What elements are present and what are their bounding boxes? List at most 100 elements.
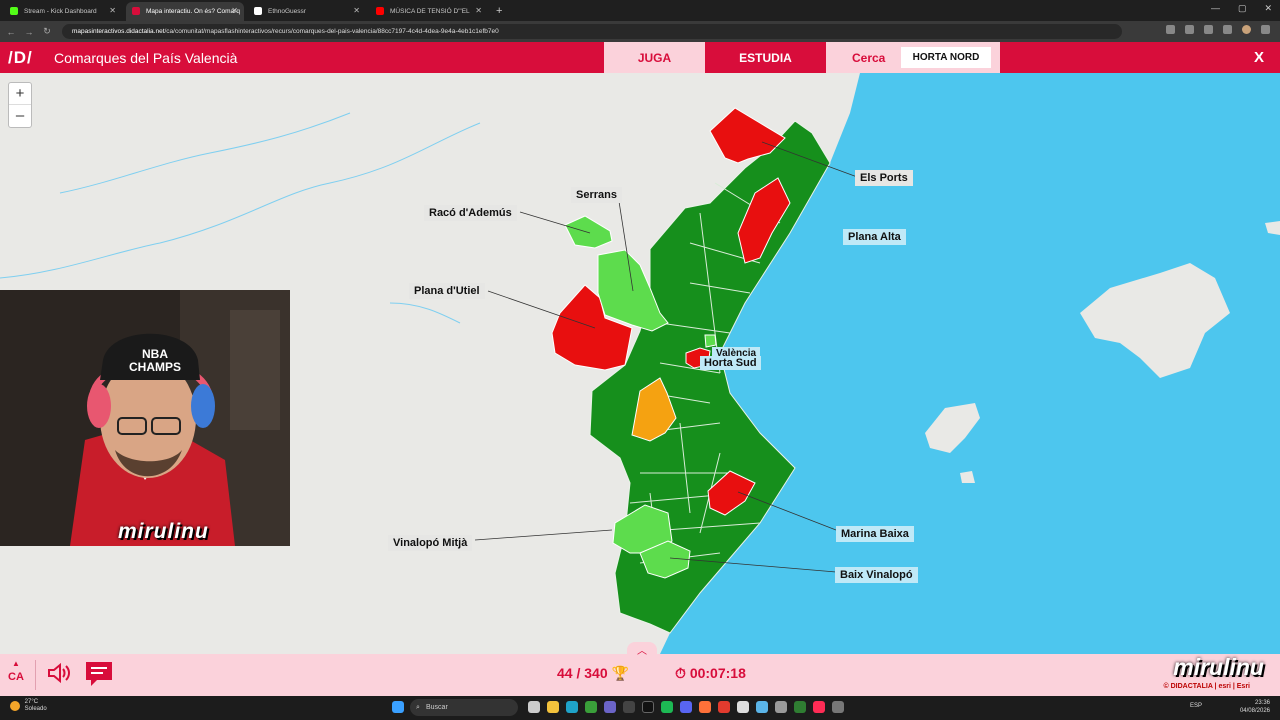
map-label: Marina Baixa	[836, 526, 914, 542]
spotify-icon[interactable]	[661, 701, 673, 713]
teams-icon[interactable]	[604, 701, 616, 713]
date: 04/08/2026	[1239, 708, 1270, 714]
region-raco-dademus[interactable]	[564, 215, 613, 249]
windows-start-icon[interactable]	[392, 701, 404, 713]
map-credit: © DIDACTALIA | esri | Esri	[1163, 683, 1250, 690]
tiktok-icon[interactable]	[642, 701, 654, 713]
speaker-icon[interactable]	[47, 662, 71, 684]
webcam-image	[0, 290, 290, 546]
discord-icon[interactable]	[680, 701, 692, 713]
profile-icon[interactable]	[1242, 25, 1251, 34]
river	[389, 302, 461, 324]
chevron-up-icon[interactable]: ︿	[627, 642, 657, 657]
browser-tab-strip: Stream - Kick Dashboard ✕ Mapa interacti…	[0, 0, 1280, 21]
clock[interactable]: 23:36 04/08/2026	[1240, 699, 1270, 715]
tab-juga[interactable]: JUGA	[604, 42, 705, 73]
timer: ⏱ 00:07:18	[675, 665, 746, 682]
search-input[interactable]	[901, 47, 991, 68]
back-icon[interactable]: ←	[4, 27, 18, 37]
download-icon[interactable]	[1223, 25, 1232, 34]
toolbar-icons	[1166, 25, 1270, 34]
zoom-in-button[interactable]: +	[9, 83, 31, 105]
close-tab-icon[interactable]: ✕	[109, 6, 116, 15]
caret-up-icon: ▲	[12, 659, 20, 668]
tiktok-studio-icon[interactable]	[813, 701, 825, 713]
taskbar-pinned	[528, 701, 844, 713]
edge-icon[interactable]	[566, 701, 578, 713]
search-icon: ⌕	[416, 704, 420, 711]
minimize-icon[interactable]: —	[1211, 3, 1220, 14]
brand-watermark: mirulinu	[1173, 654, 1264, 680]
taskbar-search[interactable]: ⌕ Buscar	[410, 699, 518, 716]
map-label: Serrans	[571, 187, 622, 203]
close-tab-icon[interactable]: ✕	[475, 6, 482, 15]
sun-icon	[10, 701, 20, 711]
file-explorer-icon[interactable]	[547, 701, 559, 713]
browser-tab-active[interactable]: Mapa interactiu. On és? Comarq ✕	[126, 2, 244, 21]
didactalia-logo[interactable]: /D/	[8, 48, 33, 68]
webcam-name-overlay: mirulinu	[118, 520, 209, 543]
temperature: 27°C	[24, 699, 39, 705]
time: 23:36	[1254, 700, 1270, 706]
stopwatch-icon: ⏱	[675, 665, 686, 681]
close-tab-icon[interactable]: ✕	[231, 6, 238, 15]
webcam-overlay: NBA CHAMPS	[0, 290, 290, 546]
maximize-icon[interactable]: ▢	[1238, 3, 1247, 14]
url-host: mapasinteractivos.didactalia.net	[72, 28, 165, 35]
browser-tab[interactable]: MÚSICA DE TENSIÓ D'"EL ✕	[370, 2, 488, 21]
map-label: Vinalopó Mitjà	[388, 535, 473, 551]
zoom-control: + –	[8, 82, 32, 128]
search-area: Cerca	[826, 42, 1000, 73]
app-icon[interactable]	[794, 701, 806, 713]
trophy-icon: 🏆	[611, 665, 629, 681]
taskbar: 27°C Soleado ⌕ Buscar ESP 23:36 04/08/20…	[0, 696, 1280, 720]
firefox-icon[interactable]	[699, 701, 711, 713]
window-controls: — ▢ ✕	[1211, 3, 1272, 14]
map-label: Plana d'Utiel	[409, 283, 485, 299]
score-counter: 44 / 340 🏆	[557, 665, 629, 682]
chat-icon[interactable]	[85, 661, 113, 687]
close-window-icon[interactable]: ✕	[1264, 3, 1272, 14]
map-label: Els Ports	[855, 170, 913, 186]
tray-lang[interactable]: ESP	[1190, 703, 1202, 709]
obs-icon[interactable]	[623, 701, 635, 713]
zoom-out-button[interactable]: –	[9, 105, 31, 127]
tab-estudia[interactable]: ESTUDIA	[705, 42, 826, 73]
ethnoguessr-icon	[254, 7, 262, 15]
weather-desc: Soleado	[24, 706, 47, 712]
xbox-icon[interactable]	[585, 701, 597, 713]
divider	[35, 660, 36, 690]
timer-value: 00:07:18	[689, 665, 746, 681]
map-label: Racó d'Ademús	[424, 205, 517, 221]
close-tab-icon[interactable]: ✕	[353, 6, 360, 15]
zoom-icon[interactable]	[1166, 25, 1175, 34]
close-button[interactable]: X	[1254, 49, 1264, 66]
browser-tab[interactable]: EthnoGuessr ✕	[248, 2, 366, 21]
app-icon[interactable]	[737, 701, 749, 713]
youtube-icon	[376, 7, 384, 15]
language-selector[interactable]: CA	[8, 671, 24, 683]
score-value: 44 / 340	[557, 665, 608, 681]
map-label: Plana Alta	[843, 229, 906, 245]
tab-title: EthnoGuessr	[268, 8, 306, 15]
new-tab-button[interactable]: +	[496, 2, 502, 21]
map-label: Horta Sud	[700, 356, 761, 370]
app-icon[interactable]	[775, 701, 787, 713]
browser-tab[interactable]: Stream - Kick Dashboard ✕	[4, 2, 122, 21]
tab-title: Mapa interactiu. On és? Comarq	[146, 8, 240, 15]
task-view-icon[interactable]	[528, 701, 540, 713]
map-label: Baix Vinalopó	[835, 567, 918, 583]
taskbar-search-label: Buscar	[426, 704, 448, 711]
notepad-icon[interactable]	[756, 701, 768, 713]
extension-icon[interactable]	[1204, 25, 1213, 34]
region-valencia[interactable]	[704, 334, 717, 348]
chrome-icon[interactable]	[718, 701, 730, 713]
url-field[interactable]: mapasinteractivos.didactalia.net/ca/comu…	[62, 24, 1122, 39]
star-icon[interactable]	[1185, 25, 1194, 34]
forward-icon[interactable]: →	[22, 27, 36, 37]
search-label: Cerca	[852, 51, 886, 65]
app-icon[interactable]	[832, 701, 844, 713]
menu-icon[interactable]	[1261, 25, 1270, 34]
weather-widget[interactable]: 27°C Soleado	[10, 699, 47, 713]
reload-icon[interactable]: ↻	[40, 26, 54, 37]
